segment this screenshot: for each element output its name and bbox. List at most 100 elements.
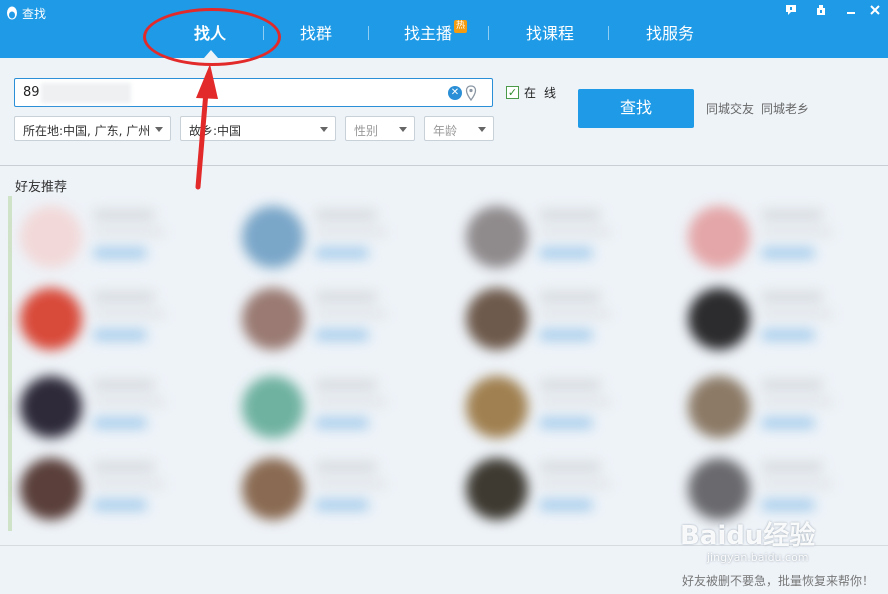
chevron-down-icon: [399, 127, 407, 132]
add-friend-button[interactable]: [316, 500, 368, 510]
skin-icon[interactable]: [812, 4, 830, 20]
card-line: [540, 310, 610, 318]
card-line: [762, 480, 832, 488]
card-line: [540, 210, 600, 220]
add-friend-button[interactable]: [762, 330, 814, 340]
add-friend-button[interactable]: [316, 418, 368, 428]
hometown-select[interactable]: 故乡:中国: [180, 116, 336, 141]
tab-find-streamers[interactable]: 找主播热: [404, 20, 468, 44]
card-line: [94, 380, 154, 390]
online-label: 在线: [524, 86, 565, 100]
add-friend-button[interactable]: [540, 248, 592, 258]
add-friend-button[interactable]: [94, 330, 146, 340]
footer-promo-link[interactable]: 好友被删不要急，批量恢复来帮你！: [682, 572, 874, 589]
card-line: [540, 480, 610, 488]
avatar: [688, 458, 750, 520]
feedback-icon[interactable]: [782, 4, 800, 20]
recommend-card[interactable]: [10, 278, 230, 358]
card-line: [540, 380, 600, 390]
hot-badge: 热: [454, 20, 468, 33]
recommend-card[interactable]: [10, 448, 230, 528]
card-line: [316, 480, 386, 488]
card-line: [316, 228, 386, 236]
card-line: [316, 462, 376, 472]
recommend-card[interactable]: [678, 196, 888, 276]
tab-separator: [368, 26, 369, 40]
avatar: [466, 206, 528, 268]
recommend-card[interactable]: [678, 278, 888, 358]
gender-select[interactable]: 性别: [345, 116, 415, 141]
age-select[interactable]: 年龄: [424, 116, 494, 141]
add-friend-button[interactable]: [762, 418, 814, 428]
card-line: [94, 228, 164, 236]
card-line: [94, 210, 154, 220]
card-line: [540, 292, 600, 302]
card-line: [94, 480, 164, 488]
location-pin-icon[interactable]: [465, 85, 477, 101]
card-line: [540, 228, 610, 236]
recommend-card[interactable]: [232, 278, 452, 358]
online-checkbox[interactable]: ✓: [506, 86, 519, 99]
add-friend-button[interactable]: [540, 500, 592, 510]
avatar: [242, 458, 304, 520]
chevron-down-icon: [320, 127, 328, 132]
card-line: [540, 398, 610, 406]
add-friend-button[interactable]: [94, 500, 146, 510]
card-line: [94, 292, 154, 302]
add-friend-button[interactable]: [762, 500, 814, 510]
hometown-select-value: 故乡:中国: [189, 124, 242, 138]
minimize-icon[interactable]: [842, 4, 860, 20]
add-friend-button[interactable]: [540, 330, 592, 340]
card-line: [316, 398, 386, 406]
avatar: [466, 458, 528, 520]
card-line: [762, 210, 822, 220]
search-input[interactable]: 89 ✕: [14, 78, 493, 107]
same-city-friends-link[interactable]: 同城交友: [706, 100, 754, 117]
tab-find-services[interactable]: 找服务: [646, 20, 694, 44]
add-friend-button[interactable]: [762, 248, 814, 258]
close-icon[interactable]: [866, 4, 884, 20]
card-line: [762, 292, 822, 302]
card-line: [316, 292, 376, 302]
add-friend-button[interactable]: [94, 248, 146, 258]
baidu-jingyan-logo: Baidu经验: [680, 521, 816, 551]
add-friend-button[interactable]: [316, 248, 368, 258]
tab-separator: [608, 26, 609, 40]
chevron-down-icon: [155, 127, 163, 132]
watermark-url: jingyan.baidu.com: [707, 551, 809, 564]
recommend-card[interactable]: [10, 366, 230, 446]
avatar: [466, 288, 528, 350]
card-line: [94, 310, 164, 318]
location-select[interactable]: 所在地:中国, 广东, 广州: [14, 116, 171, 141]
avatar: [242, 376, 304, 438]
card-line: [316, 210, 376, 220]
chevron-down-icon: [478, 127, 486, 132]
card-line: [762, 462, 822, 472]
gender-select-value: 性别: [354, 124, 379, 138]
card-line: [94, 398, 164, 406]
recommend-card[interactable]: [232, 366, 452, 446]
recommend-card[interactable]: [456, 196, 676, 276]
tab-find-groups[interactable]: 找群: [300, 20, 332, 44]
avatar: [20, 376, 82, 438]
section-title: 好友推荐: [15, 180, 68, 195]
find-button[interactable]: 查找: [578, 89, 694, 128]
recommend-card[interactable]: [456, 448, 676, 528]
same-city-hometown-link[interactable]: 同城老乡: [761, 100, 809, 117]
card-line: [762, 228, 832, 236]
recommend-card[interactable]: [10, 196, 230, 276]
recommend-card[interactable]: [232, 196, 452, 276]
recommend-card[interactable]: [456, 366, 676, 446]
recommend-card[interactable]: [232, 448, 452, 528]
add-friend-button[interactable]: [316, 330, 368, 340]
tab-find-streamers-label: 找主播: [404, 24, 453, 43]
avatar: [20, 206, 82, 268]
recommend-card[interactable]: [678, 366, 888, 446]
recommend-card[interactable]: [456, 278, 676, 358]
tab-find-courses[interactable]: 找课程: [526, 20, 574, 44]
add-friend-button[interactable]: [540, 418, 592, 428]
redacted-area: [41, 83, 131, 103]
clear-icon[interactable]: ✕: [448, 86, 462, 100]
add-friend-button[interactable]: [94, 418, 146, 428]
avatar: [688, 376, 750, 438]
